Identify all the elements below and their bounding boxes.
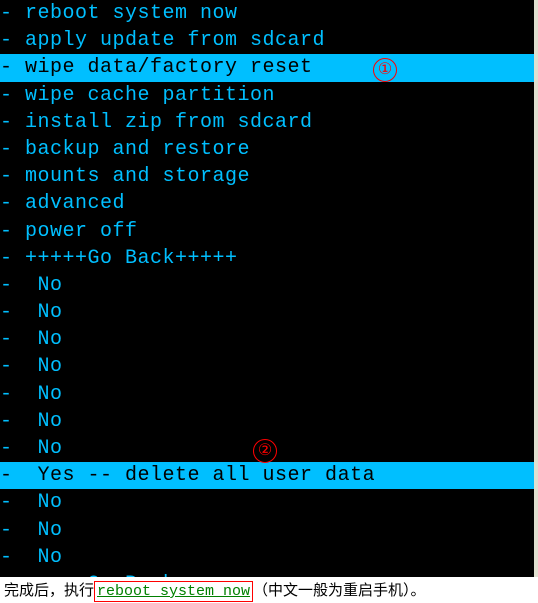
menu-item-label: No: [38, 328, 63, 351]
menu-item-label: reboot system now: [25, 2, 238, 25]
menu-item[interactable]: - wipe cache partition: [0, 82, 534, 109]
menu-item-prefix: -: [0, 410, 38, 433]
menu-item[interactable]: - No: [0, 408, 534, 435]
menu-item-label: wipe data/factory reset: [25, 56, 313, 79]
menu-item-label: No: [38, 274, 63, 297]
menu-item[interactable]: - advanced: [0, 190, 534, 217]
menu-item[interactable]: - No: [0, 544, 534, 571]
menu-item-prefix: -: [0, 220, 25, 243]
menu-item-prefix: -: [0, 464, 38, 487]
menu-item[interactable]: - backup and restore: [0, 136, 534, 163]
menu-item[interactable]: - No: [0, 489, 534, 516]
menu-item[interactable]: - No: [0, 272, 534, 299]
menu-item-prefix: -: [0, 165, 25, 188]
menu-item[interactable]: - power off: [0, 218, 534, 245]
menu-item-prefix: -: [0, 247, 25, 270]
menu-item-label: No: [38, 546, 63, 569]
menu-item[interactable]: - wipe data/factory reset: [0, 54, 534, 81]
menu-item-label: No: [38, 437, 63, 460]
menu-item[interactable]: - Yes -- delete all user data: [0, 462, 534, 489]
caption-line: 完成后，执行reboot system now（中文一般为重启手机）。: [0, 577, 538, 600]
menu-item[interactable]: - No: [0, 435, 534, 462]
menu-item-prefix: -: [0, 383, 38, 406]
menu-item-label: No: [38, 519, 63, 542]
menu-item-prefix: -: [0, 519, 38, 542]
menu-item-label: No: [38, 355, 63, 378]
menu-item-prefix: -: [0, 437, 38, 460]
menu-item-prefix: -: [0, 573, 25, 577]
menu-item-label: mounts and storage: [25, 165, 250, 188]
menu-item-label: apply update from sdcard: [25, 29, 325, 52]
menu-item-label: No: [38, 383, 63, 406]
menu-item[interactable]: - No: [0, 381, 534, 408]
menu-item-prefix: -: [0, 29, 25, 52]
menu-item-label: No: [38, 491, 63, 514]
menu-item[interactable]: - No: [0, 299, 534, 326]
menu-item-label: wipe cache partition: [25, 84, 275, 107]
menu-item-prefix: -: [0, 111, 25, 134]
menu-item-prefix: -: [0, 546, 38, 569]
menu-item[interactable]: - No: [0, 326, 534, 353]
menu-item-label: backup and restore: [25, 138, 250, 161]
menu-item-prefix: -: [0, 274, 38, 297]
menu-item-prefix: -: [0, 56, 25, 79]
menu-item[interactable]: - No: [0, 517, 534, 544]
menu-item-prefix: -: [0, 491, 38, 514]
menu-item-prefix: -: [0, 192, 25, 215]
caption-post: （中文一般为重启手机）。: [253, 582, 426, 599]
caption-pre: 完成后，执行: [4, 582, 94, 599]
menu-item-label: +++++Go Back+++++: [25, 573, 238, 577]
menu-item[interactable]: - install zip from sdcard: [0, 109, 534, 136]
menu-item-label: advanced: [25, 192, 125, 215]
menu-item-label: Yes -- delete all user data: [38, 464, 376, 487]
menu-item-label: +++++Go Back+++++: [25, 247, 238, 270]
menu-item-prefix: -: [0, 138, 25, 161]
menu-item-prefix: -: [0, 2, 25, 25]
menu-item[interactable]: - reboot system now: [0, 0, 534, 27]
menu-item[interactable]: - +++++Go Back+++++: [0, 571, 534, 577]
menu-item[interactable]: - mounts and storage: [0, 163, 534, 190]
menu-item-label: install zip from sdcard: [25, 111, 313, 134]
menu-item-prefix: -: [0, 328, 38, 351]
menu-item[interactable]: - No: [0, 353, 534, 380]
menu-item[interactable]: - apply update from sdcard: [0, 27, 534, 54]
menu-item-prefix: -: [0, 355, 38, 378]
menu-item[interactable]: - +++++Go Back+++++: [0, 245, 534, 272]
recovery-menu-screen: - reboot system now- apply update from s…: [0, 0, 538, 577]
caption-boxed-command: reboot system now: [94, 581, 253, 602]
menu-item-label: No: [38, 410, 63, 433]
menu-item-prefix: -: [0, 84, 25, 107]
menu-item-label: No: [38, 301, 63, 324]
menu-item-prefix: -: [0, 301, 38, 324]
menu-item-label: power off: [25, 220, 138, 243]
